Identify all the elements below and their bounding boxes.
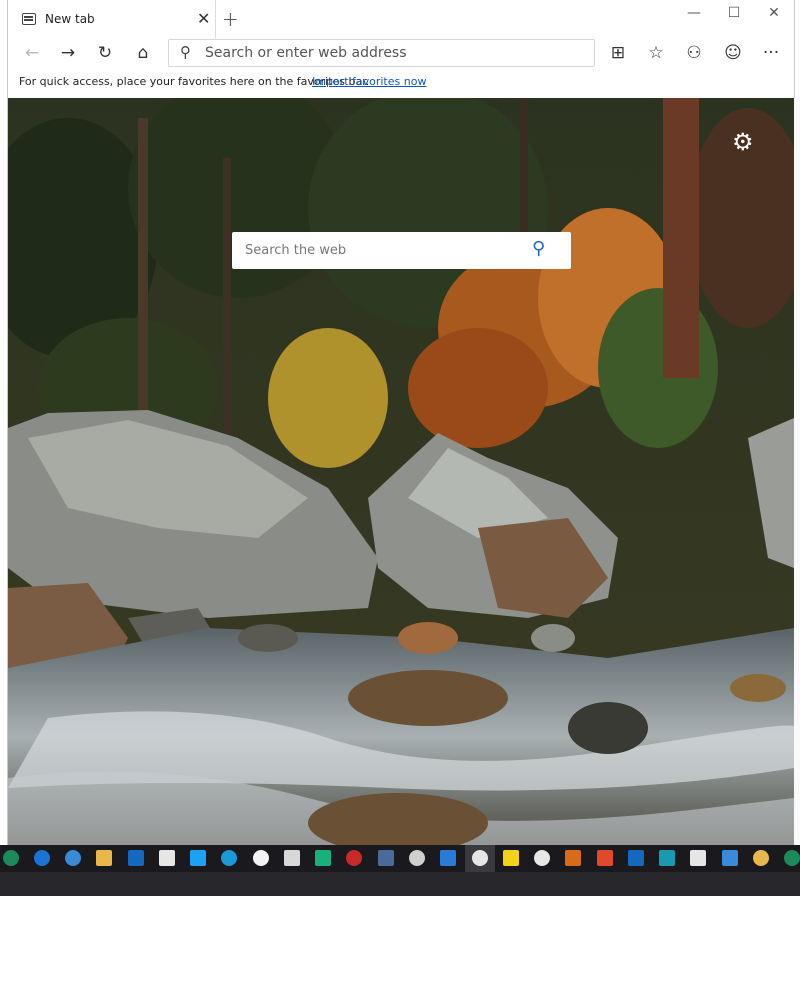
title-bar: New tab ✕ + — ☐ ✕ bbox=[8, 0, 794, 40]
new-tab-page-icon bbox=[22, 13, 36, 25]
background-landscape-image bbox=[8, 98, 794, 845]
taskbar-app-icon-4[interactable] bbox=[378, 850, 394, 866]
favorites-star-icon[interactable]: ☆ bbox=[645, 42, 667, 64]
import-favorites-link[interactable]: Import favorites now bbox=[312, 75, 426, 88]
window-controls: — ☐ ✕ bbox=[674, 0, 794, 30]
favorites-info-bar: For quick access, place your favorites h… bbox=[8, 70, 794, 99]
web-search-box[interactable]: Search the web ⚲ bbox=[232, 232, 571, 269]
taskbar-skype-icon[interactable] bbox=[221, 850, 237, 866]
tab-new-tab[interactable]: New tab ✕ bbox=[8, 0, 216, 40]
taskbar-photos-icon[interactable] bbox=[472, 850, 488, 866]
taskbar-outlook-icon-2[interactable] bbox=[628, 850, 644, 866]
background-window-edge bbox=[794, 98, 800, 845]
refresh-button[interactable]: ↻ bbox=[94, 42, 116, 64]
taskbar-weather-icon[interactable] bbox=[253, 850, 269, 866]
back-button[interactable]: ← bbox=[21, 42, 43, 64]
taskbar-edge-icon[interactable] bbox=[34, 850, 50, 866]
address-input[interactable]: Search or enter web address bbox=[205, 45, 407, 61]
taskbar-file-explorer-icon[interactable] bbox=[96, 850, 112, 866]
taskbar-calendar-icon[interactable] bbox=[690, 850, 706, 866]
home-button[interactable]: ⌂ bbox=[132, 42, 154, 64]
maximize-button[interactable]: ☐ bbox=[714, 0, 754, 30]
taskbar-settings-icon[interactable] bbox=[409, 850, 425, 866]
taskbar-app-icon[interactable] bbox=[3, 850, 19, 866]
forward-button[interactable]: → bbox=[57, 42, 79, 64]
profile-icon[interactable]: ⚇ bbox=[683, 42, 705, 64]
page-settings-gear-icon[interactable]: ⚙ bbox=[732, 130, 754, 154]
taskbar-app-icon-7[interactable] bbox=[753, 850, 769, 866]
taskbar-app-icon-3[interactable] bbox=[346, 850, 362, 866]
taskbar-mail-icon[interactable] bbox=[159, 850, 175, 866]
web-search-icon[interactable]: ⚲ bbox=[532, 238, 545, 259]
taskbar bbox=[0, 845, 800, 872]
search-icon: ⚲ bbox=[180, 43, 191, 61]
close-window-button[interactable]: ✕ bbox=[754, 0, 794, 30]
taskbar-twitter-icon[interactable] bbox=[190, 850, 206, 866]
minimize-button[interactable]: — bbox=[674, 0, 714, 30]
taskbar-app-icon-5[interactable] bbox=[565, 850, 581, 866]
tab-close-icon[interactable]: ✕ bbox=[197, 9, 210, 28]
tab-title: New tab bbox=[45, 12, 95, 26]
taskbar-remote-desktop-icon[interactable] bbox=[722, 850, 738, 866]
taskbar-app-icon-6[interactable] bbox=[597, 850, 613, 866]
taskbar-onedrive-icon[interactable] bbox=[534, 850, 550, 866]
web-search-input[interactable]: Search the web bbox=[245, 243, 346, 258]
reading-view-icon[interactable]: ⊞ bbox=[607, 42, 629, 64]
browser-window: New tab ✕ + — ☐ ✕ ← → ↻ ⌂ ⚲ Search or en… bbox=[7, 0, 795, 845]
taskbar-outlook-icon[interactable] bbox=[128, 850, 144, 866]
taskbar-store-icon[interactable] bbox=[284, 850, 300, 866]
taskbar-todo-icon[interactable] bbox=[440, 850, 456, 866]
address-bar[interactable]: ⚲ Search or enter web address bbox=[168, 39, 595, 67]
more-menu-icon[interactable]: ··· bbox=[760, 42, 782, 64]
feedback-smiley-icon[interactable]: ☺ bbox=[722, 42, 744, 64]
navigation-toolbar: ← → ↻ ⌂ ⚲ Search or enter web address ⊞ … bbox=[8, 38, 794, 68]
taskbar-ie-icon[interactable] bbox=[65, 850, 81, 866]
taskbar-sticky-notes-icon[interactable] bbox=[503, 850, 519, 866]
new-tab-page: ⚙ Search the web ⚲ bbox=[8, 98, 794, 845]
taskbar-lower-strip bbox=[0, 872, 800, 896]
taskbar-bing-icon[interactable] bbox=[659, 850, 675, 866]
taskbar-app-icon-8[interactable] bbox=[784, 850, 800, 866]
new-tab-button[interactable]: + bbox=[222, 7, 239, 31]
taskbar-app-icon-2[interactable] bbox=[315, 850, 331, 866]
